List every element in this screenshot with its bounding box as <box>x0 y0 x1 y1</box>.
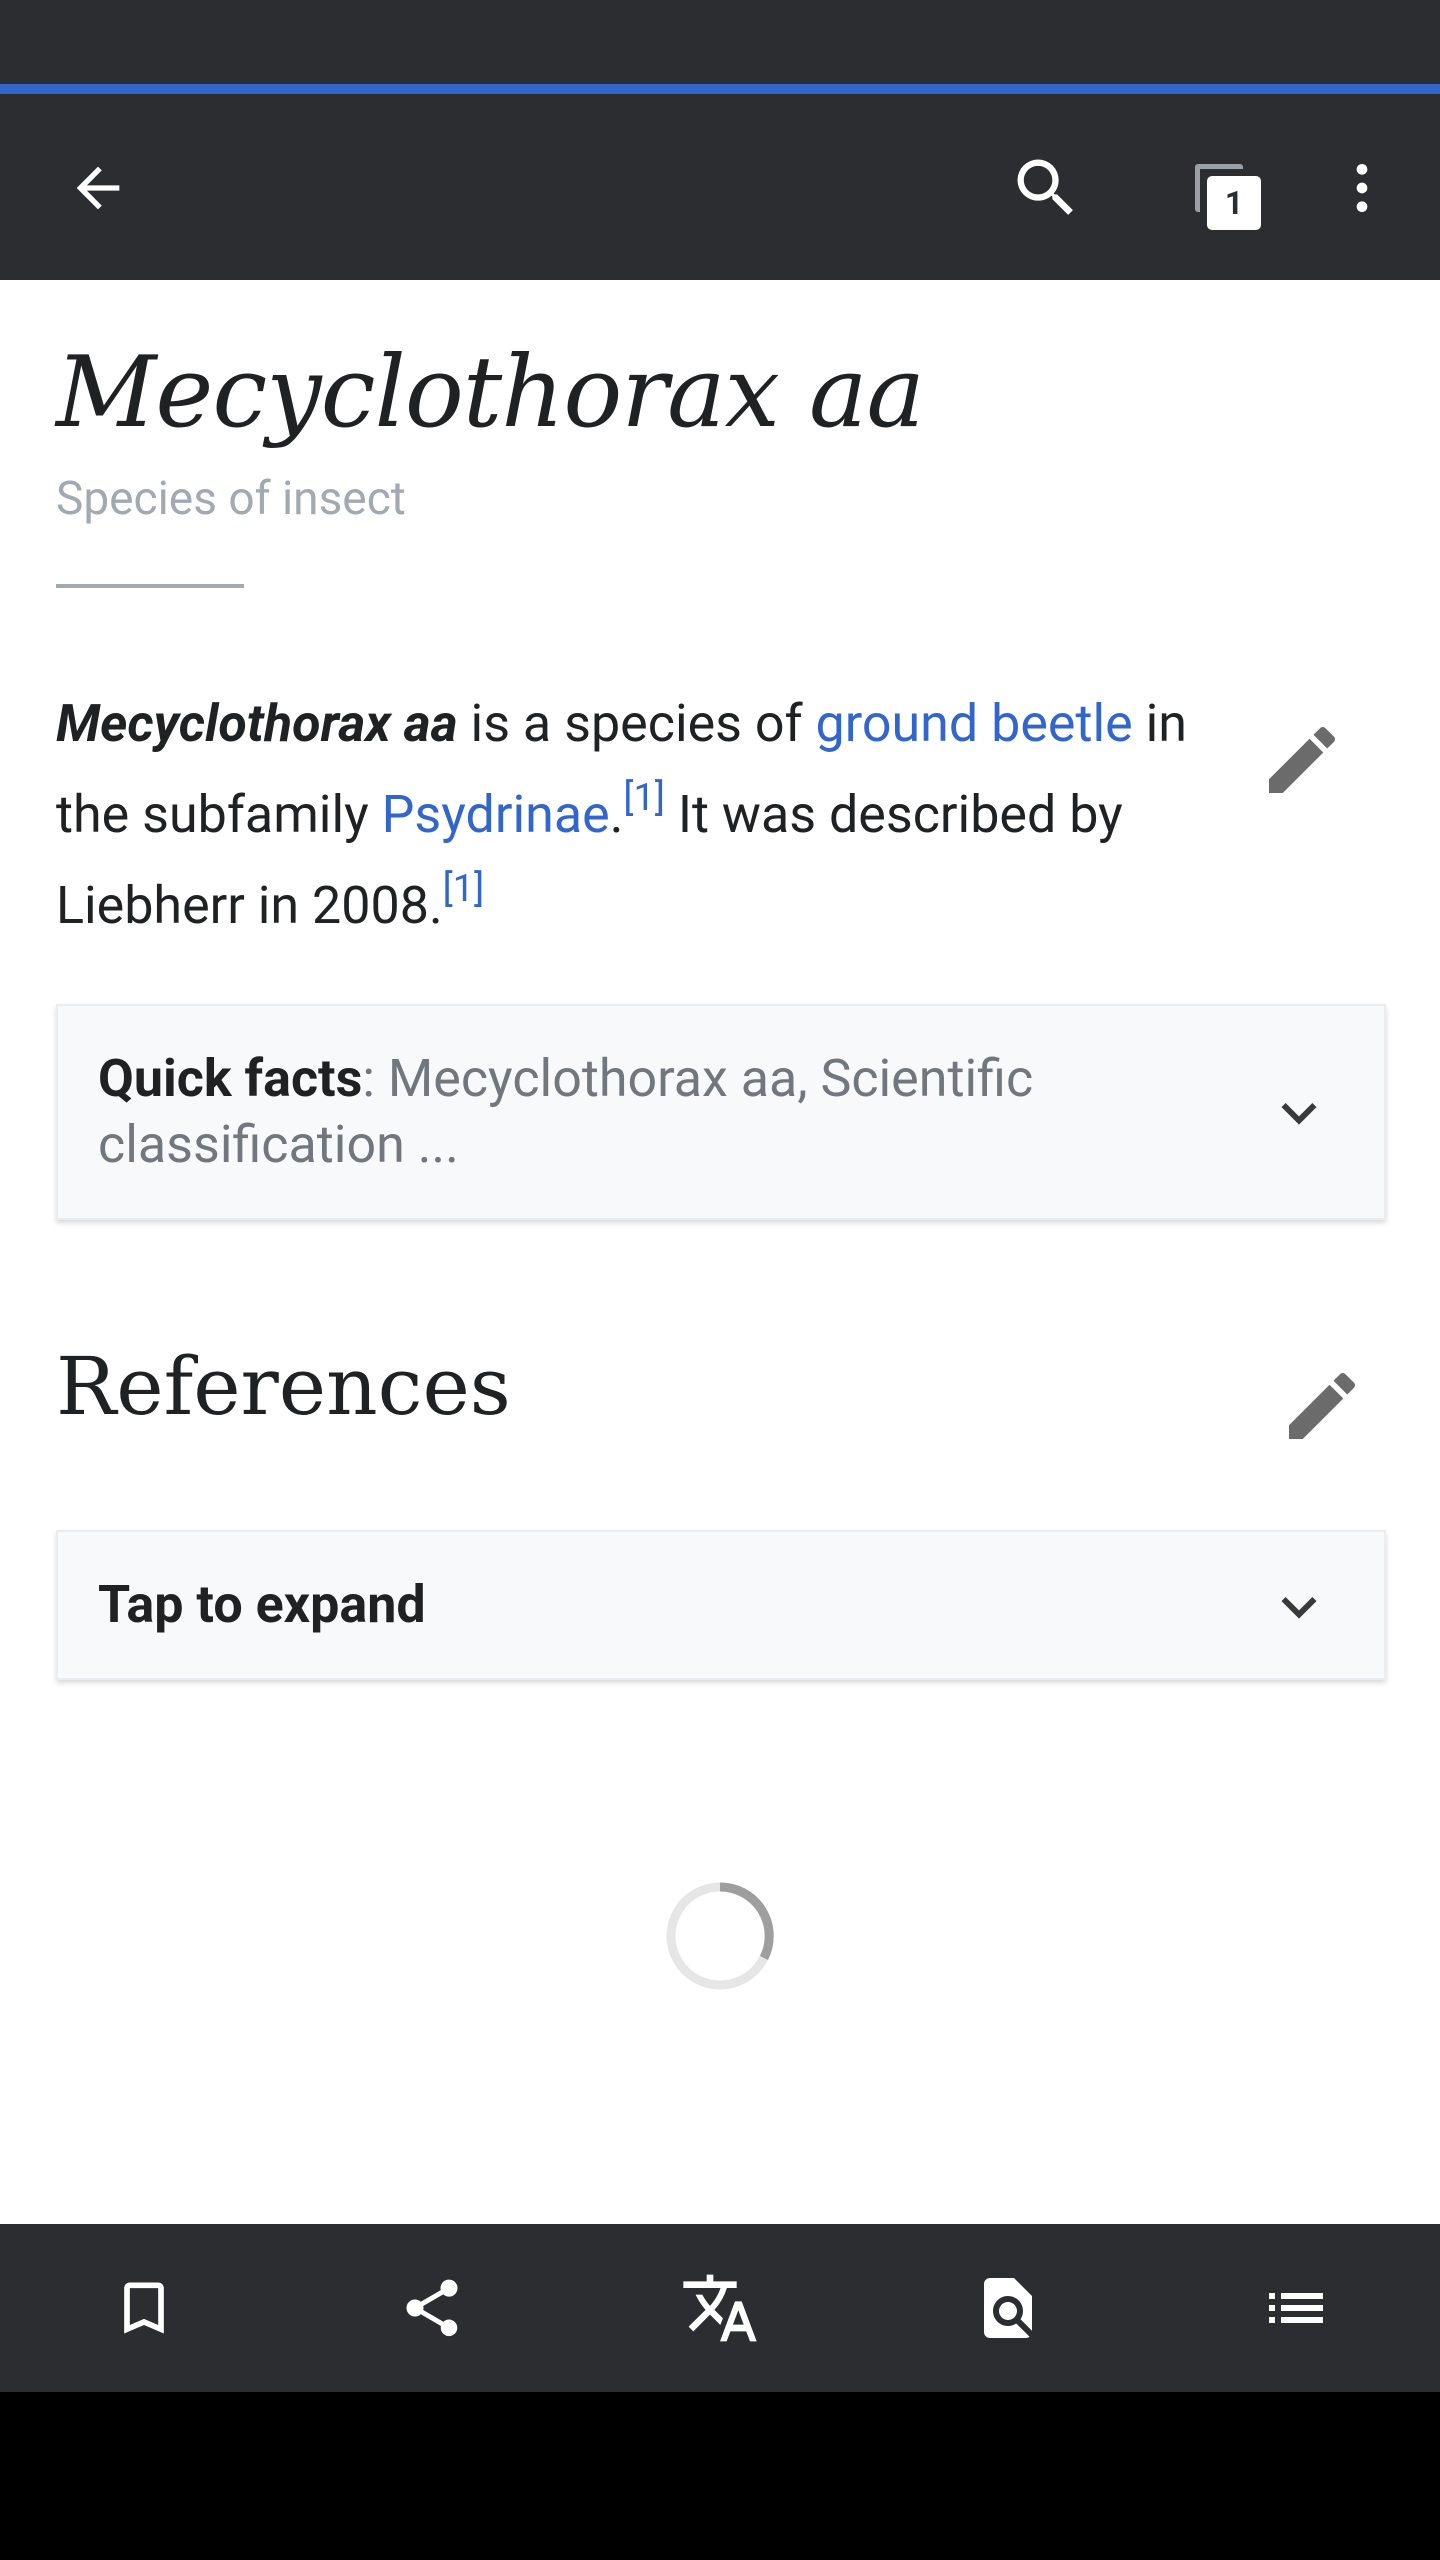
intro-lead: Mecyclothorax aa <box>56 693 458 754</box>
chevron-down-icon <box>1281 1103 1317 1125</box>
status-bar <box>0 0 1440 84</box>
system-navigation-area <box>0 2392 1440 2560</box>
top-toolbar: 1 <box>0 94 1440 280</box>
share-button[interactable] <box>382 2258 482 2358</box>
bookmark-button[interactable] <box>94 2258 194 2358</box>
bottom-action-bar <box>0 2224 1440 2392</box>
page-title: Mecyclothorax aa <box>56 336 925 450</box>
intro-paragraph: Mecyclothorax aa is a species of ground … <box>56 678 1236 951</box>
page-description: Species of insect <box>56 472 406 526</box>
table-of-contents-button[interactable] <box>1246 2258 1346 2358</box>
search-icon <box>1017 159 1073 215</box>
tab-count-badge: 1 <box>1207 176 1261 230</box>
citation-link[interactable]: [1] <box>623 776 665 820</box>
article-content: Mecyclothorax aa Species of insect Mecyc… <box>0 280 1440 2224</box>
quick-facts-text: Quick facts: Mecyclothorax aa, Scientifi… <box>98 1046 1178 1178</box>
find-in-page-icon <box>984 2278 1032 2338</box>
references-expand[interactable] <box>1264 1572 1334 1642</box>
language-button[interactable] <box>670 2258 770 2358</box>
intro-text: . <box>609 784 624 845</box>
pencil-icon <box>1269 726 1336 793</box>
references-expand-box[interactable]: Tap to expand <box>56 1530 1386 1680</box>
overflow-menu-button[interactable] <box>1314 140 1410 236</box>
search-button[interactable] <box>998 140 1094 236</box>
edit-intro-button[interactable] <box>1252 710 1352 810</box>
quick-facts-expand[interactable] <box>1264 1078 1334 1148</box>
citation: [1] <box>623 776 665 820</box>
citation: [1] <box>443 867 485 911</box>
overflow-menu-icon <box>1356 164 1368 212</box>
share-icon <box>406 2279 458 2337</box>
references-heading: References <box>56 1340 511 1433</box>
loading-spinner <box>666 1882 774 1990</box>
bookmark-icon <box>124 2282 164 2334</box>
tap-to-expand-label: Tap to expand <box>98 1574 426 1635</box>
intro-text: is a species of <box>457 693 816 754</box>
link-psydrinae[interactable]: Psydrinae <box>382 784 610 845</box>
contents-list-icon <box>1269 2293 1323 2323</box>
page-load-progress-bar <box>0 84 1440 94</box>
quick-facts-label: Quick facts <box>98 1048 363 1109</box>
link-ground-beetle[interactable]: ground beetle <box>816 693 1133 754</box>
quick-facts-box[interactable]: Quick facts: Mecyclothorax aa, Scientifi… <box>56 1004 1386 1220</box>
citation-link[interactable]: [1] <box>443 867 485 911</box>
page: 1 Mecyclothorax aa Species of insect Mec… <box>0 0 1440 2560</box>
back-arrow-icon <box>76 166 120 210</box>
chevron-down-icon <box>1281 1597 1317 1619</box>
tabs-button[interactable]: 1 <box>1195 164 1261 230</box>
edit-references-button[interactable] <box>1272 1356 1372 1456</box>
pencil-icon <box>1289 1372 1356 1439</box>
translate-icon <box>683 2274 757 2342</box>
title-divider <box>56 584 244 588</box>
back-button[interactable] <box>50 140 146 236</box>
find-in-page-button[interactable] <box>958 2258 1058 2358</box>
